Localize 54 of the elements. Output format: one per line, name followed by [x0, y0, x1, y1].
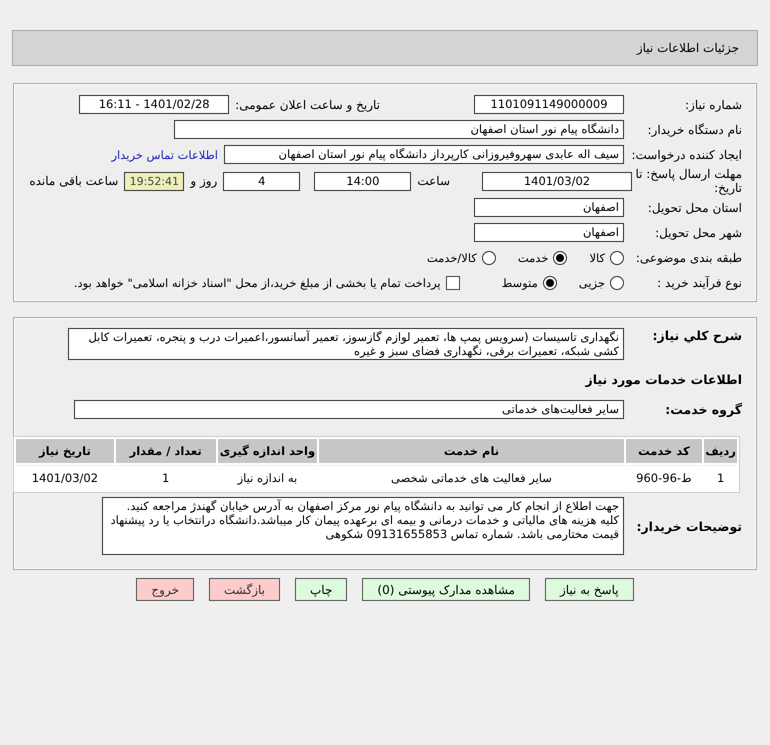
field-label: گروه خدمت: [664, 402, 743, 417]
action-button[interactable]: پاسخ به نیاز [544, 578, 634, 601]
action-button[interactable]: بازگشت [209, 578, 280, 601]
radio-label: جزیی [578, 276, 605, 290]
checkbox[interactable] [446, 276, 460, 290]
countdown-field: 19:52:41 [124, 172, 184, 190]
buyer-name-field: دانشگاه پیام نور استان اصفهان [174, 120, 624, 139]
page-title: جزئیات اطلاعات نیاز [636, 41, 739, 55]
field-label: شماره نیاز: [684, 98, 743, 112]
field-label: نوع فرآیند خرید : [656, 276, 743, 290]
field-label: ساعت باقی مانده [28, 174, 120, 188]
buyer-notes-box: جهت اطلاع از انجام کار می توانید به دانشگاه پیام نور مرکز اصفهان به آدرس خیابان گهندژ مراجعه کنید. کلیه هزینه های مالیاتی و خدمات درمانی و بیمه ای برعهده پیمان کار میباشد.دانشگاه درانتخاب یا رد پیشنهاد قیمت مختارمی باشد. شمارە تماس 09131655853 شکوهی [102, 497, 624, 555]
radio-button[interactable] [482, 250, 496, 264]
action-button[interactable]: مشاهده مدارک پیوستی (0) [362, 578, 530, 601]
field-label: شهر محل تحویل: [654, 226, 743, 240]
column-header: کد خدمت [626, 439, 702, 463]
action-button[interactable]: خروج [136, 578, 194, 601]
radio-label: کالا/خدمت [426, 250, 477, 264]
need-number-field: 1101091149000009 [474, 95, 624, 114]
section-heading: اطلاعات خدمات مورد نیاز [584, 371, 743, 389]
column-header: تاریخ نیاز [16, 439, 114, 463]
radio-button[interactable] [542, 276, 557, 290]
deadline-time-field: 14:00 [314, 172, 412, 190]
field-label: شرح کلي نیاز: [652, 328, 743, 343]
announce-date-field: 1401/02/28 - 16:11 [79, 95, 230, 114]
column-header: نام خدمت [319, 439, 624, 463]
column-header: ردیف [704, 439, 737, 463]
buyer-contact-link[interactable]: اطلاعات تماس خریدار [111, 148, 224, 162]
radio-label: خدمت [518, 250, 548, 264]
radio-label: کالا [589, 250, 605, 264]
action-button[interactable]: چاپ [295, 578, 348, 601]
field-label: ایجاد کننده درخواست: [630, 148, 743, 162]
creator-field: سیف اله عابدی سهروفیروزانی کارپرداز دانشگاه پیام نور استان اصفهان [224, 145, 624, 164]
field-label: تاریخ و ساعت اعلان عمومی: [234, 98, 381, 112]
field-label: روز و [188, 174, 218, 188]
field-label: ساعت [416, 174, 451, 188]
field-label: نام دستگاه خریدار: [646, 122, 743, 136]
province-field: اصفهان [474, 198, 624, 217]
description-box: نگهداری تاسیسات (سرویس پمپ ها، تعمیر لوازم گازسوز، تعمیر آسانسور،اعمیرات درب و پنجره، تعمیرات کابل کشی شبکه، تعمیرات برقی، نگهداری فضای سبز و غیره [68, 328, 624, 360]
service-group-field: سایر فعالیت‌های خدماتی [74, 400, 624, 419]
field-label: توضیحات خریدار: [635, 518, 743, 534]
checkbox-label: پرداخت تمام یا بخشی از مبلغ خرید،از محل "اسناد خزانه اسلامی" خواهد بود. [74, 276, 441, 290]
radio-button[interactable] [610, 276, 624, 290]
deadline-date-field: 1401/03/02 [482, 172, 632, 190]
field-label: طبقه بندی موضوعی: [634, 250, 743, 264]
city-field: اصفهان [474, 223, 624, 242]
radio-button[interactable] [553, 250, 568, 264]
days-field: 4 [223, 172, 300, 190]
field-label: مهلت ارسال پاسخ: تا تاریخ: [634, 167, 743, 195]
column-header: تعداد / مقدار [116, 439, 216, 463]
column-header: واحد اندازه گیری [218, 439, 318, 463]
field-label: استان محل تحویل: [646, 200, 743, 214]
radio-label: متوسط [502, 276, 538, 290]
radio-button[interactable] [610, 250, 624, 264]
